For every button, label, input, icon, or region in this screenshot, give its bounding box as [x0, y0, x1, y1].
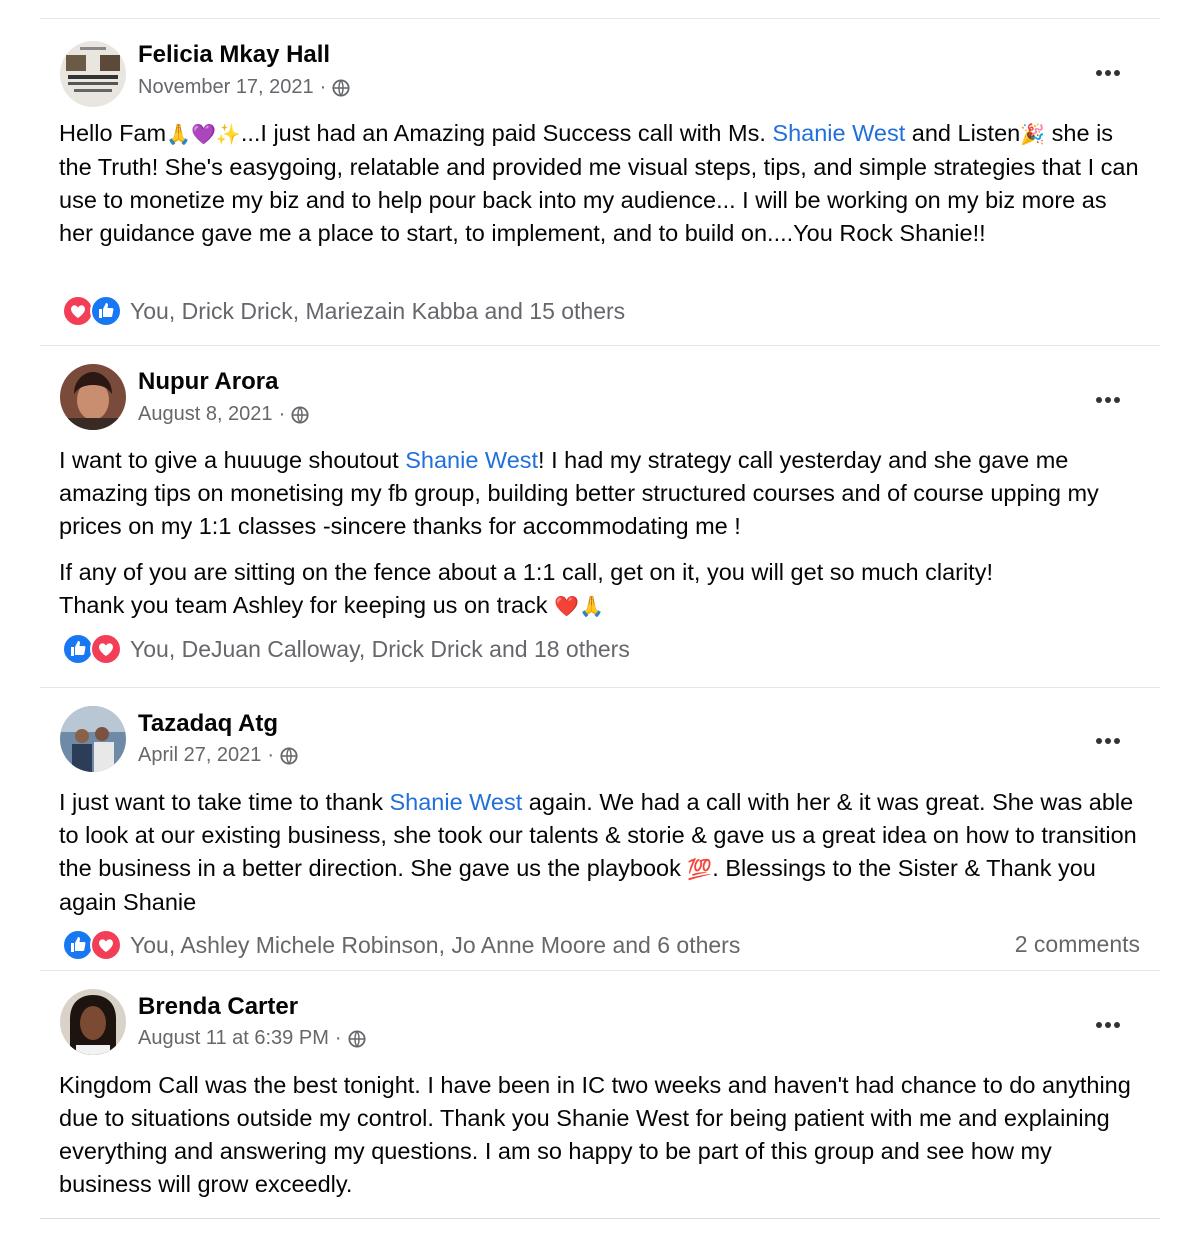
avatar[interactable] — [60, 706, 126, 772]
post-date[interactable]: August 8, 2021 — [138, 403, 273, 426]
post-card: Nupur Arora August 8, 2021 · I want to g… — [40, 345, 1160, 677]
mention-link[interactable]: Shanie West — [772, 120, 905, 146]
reaction-summary[interactable]: You, Ashley Michele Robinson, Jo Anne Mo… — [62, 929, 740, 961]
meta-separator: · — [267, 744, 275, 766]
globe-icon — [332, 78, 350, 97]
comments-count[interactable]: 2 comments — [1015, 931, 1140, 958]
author-name[interactable]: Tazadaq Atg — [138, 710, 278, 738]
text-segment: Thank you team Ashley for keeping us on … — [59, 592, 555, 618]
bottom-divider — [40, 1218, 1160, 1219]
emoji: 🎉 — [1020, 122, 1046, 146]
post-card: Felicia Mkay Hall November 17, 2021 · He… — [40, 18, 1160, 336]
meta-separator: · — [334, 1027, 342, 1049]
love-reaction-icon — [90, 633, 122, 665]
mention-link[interactable]: Shanie West — [389, 789, 522, 815]
post-text: Kingdom Call was the best tonight. I hav… — [59, 1069, 1140, 1201]
post-text: I want to give a huuuge shoutout Shanie … — [59, 444, 1140, 623]
avatar[interactable] — [60, 364, 126, 430]
post-meta: August 8, 2021 · — [138, 403, 309, 426]
text-segment: Kingdom Call was the best tonight. I hav… — [59, 1072, 1131, 1197]
globe-icon — [280, 746, 298, 765]
text-segment: and Listen — [905, 120, 1021, 146]
reaction-summary[interactable]: You, DeJuan Calloway, Drick Drick and 18… — [62, 633, 630, 665]
avatar[interactable] — [60, 989, 126, 1055]
like-reaction-icon — [90, 295, 122, 327]
post-text: I just want to take time to thank Shanie… — [59, 786, 1140, 919]
love-reaction-icon — [90, 929, 122, 961]
emoji: ❤️🙏 — [554, 594, 604, 618]
post-date[interactable]: November 17, 2021 — [138, 76, 314, 99]
more-options-icon[interactable] — [1096, 63, 1126, 76]
text-segment: I just want to take time to thank — [59, 789, 390, 815]
reaction-names[interactable]: You, DeJuan Calloway, Drick Drick and 18… — [130, 636, 630, 663]
post-card: Brenda Carter August 11 at 6:39 PM · Kin… — [40, 970, 1160, 1220]
author-name[interactable]: Brenda Carter — [138, 993, 298, 1021]
post-meta: April 27, 2021 · — [138, 744, 298, 767]
meta-separator: · — [319, 76, 327, 98]
reaction-summary[interactable]: You, Drick Drick, Mariezain Kabba and 15… — [62, 295, 625, 327]
author-name[interactable]: Nupur Arora — [138, 368, 278, 396]
reaction-names[interactable]: You, Ashley Michele Robinson, Jo Anne Mo… — [130, 932, 740, 959]
post-meta: August 11 at 6:39 PM · — [138, 1027, 366, 1050]
post-date[interactable]: April 27, 2021 — [138, 744, 261, 767]
author-name[interactable]: Felicia Mkay Hall — [138, 41, 330, 69]
more-options-icon[interactable] — [1096, 731, 1126, 744]
text-segment: Hello Fam — [59, 120, 167, 146]
post-card: Tazadaq Atg April 27, 2021 · I just want… — [40, 687, 1160, 961]
reaction-icons — [62, 295, 122, 327]
text-segment: I want to give a huuuge shoutout — [59, 447, 406, 473]
reaction-icons — [62, 633, 122, 665]
post-meta: November 17, 2021 · — [138, 76, 350, 99]
mention-link[interactable]: Shanie West — [405, 447, 538, 473]
globe-icon — [347, 1029, 366, 1048]
text-segment: If any of you are sitting on the fence a… — [59, 559, 993, 585]
meta-separator: · — [278, 403, 286, 425]
avatar[interactable] — [60, 41, 126, 107]
emoji: 💯 — [687, 857, 713, 881]
more-options-icon[interactable] — [1096, 390, 1126, 403]
globe-icon — [291, 405, 309, 424]
reaction-icons — [62, 929, 122, 961]
text-segment: ...I just had an Amazing paid Success ca… — [240, 120, 773, 146]
more-options-icon[interactable] — [1096, 1015, 1126, 1028]
post-date[interactable]: August 11 at 6:39 PM — [138, 1027, 329, 1050]
post-text: Hello Fam🙏💜✨...I just had an Amazing pai… — [59, 117, 1140, 250]
reaction-names[interactable]: You, Drick Drick, Mariezain Kabba and 15… — [130, 298, 625, 325]
emoji: 🙏💜✨ — [166, 122, 241, 146]
